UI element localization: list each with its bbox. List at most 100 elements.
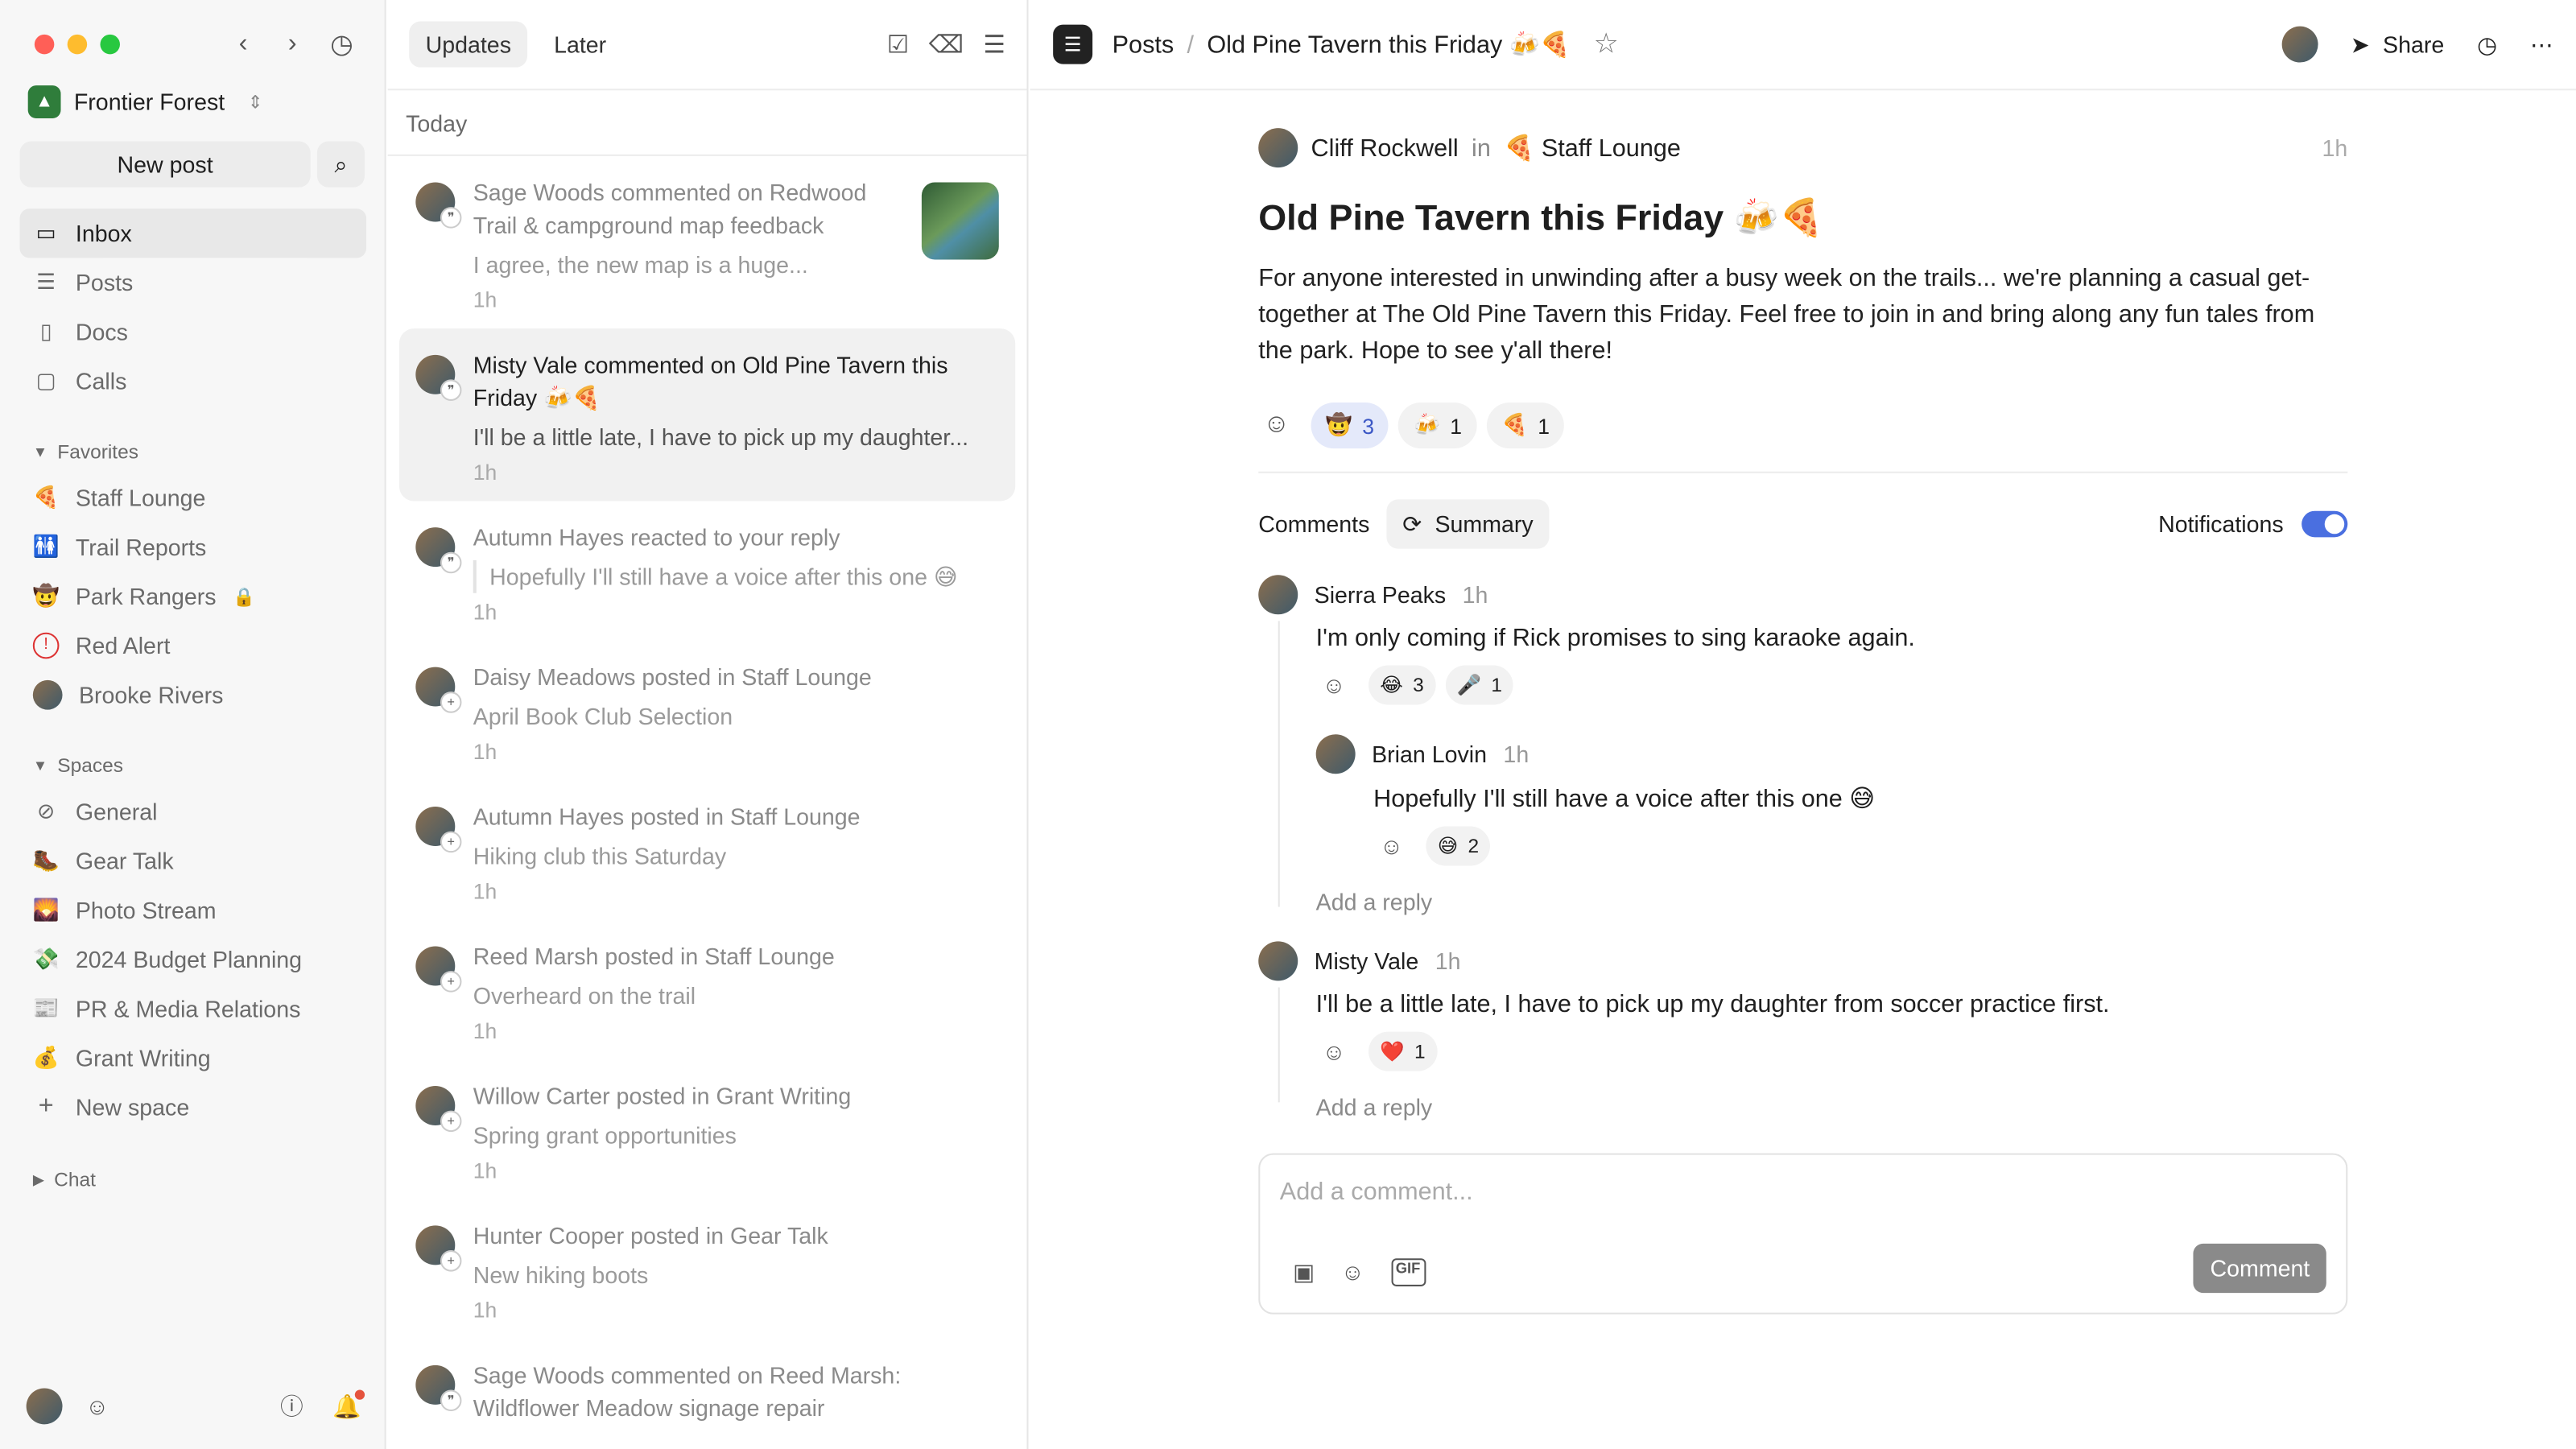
share-button[interactable]: ➤ Share — [2351, 31, 2445, 59]
inbox-icon: ▭ — [35, 220, 56, 246]
current-user-avatar[interactable] — [26, 1388, 63, 1425]
favorite-item[interactable]: ! Red Alert — [19, 621, 366, 670]
feed-item[interactable]: + Willow Carter posted in Grant Writing Sp… — [399, 1059, 1015, 1199]
clear-all-icon[interactable]: ⌫ — [929, 30, 964, 60]
history-clock-icon[interactable]: ◷ — [325, 28, 358, 61]
plus-icon: + — [38, 1092, 54, 1121]
summary-button[interactable]: ⟳ Summary — [1385, 499, 1550, 549]
mark-read-icon[interactable]: ☑ — [887, 30, 909, 60]
feed-item[interactable]: + Daisy Meadows posted in Staff Lounge Apr… — [399, 641, 1015, 780]
space-label: Photo Stream — [75, 897, 217, 923]
filter-icon[interactable]: ☰ — [984, 30, 1005, 60]
gif-icon[interactable]: GIF — [1390, 1258, 1426, 1286]
reaction-chip[interactable]: 🤠 3 — [1311, 402, 1389, 449]
commenter-avatar[interactable] — [1258, 941, 1298, 981]
favorite-item[interactable]: Brooke Rivers — [19, 671, 366, 720]
feed-item[interactable]: ❞ Misty Vale commented on Old Pine Tavern… — [398, 328, 1016, 502]
add-reaction-icon[interactable]: ☺ — [1258, 407, 1294, 444]
back-arrow-icon[interactable]: ‹ — [227, 28, 260, 61]
activity-badge-icon: + — [440, 1110, 462, 1133]
feed-item[interactable]: + Autumn Hayes posted in Staff Lounge Hiki… — [399, 780, 1015, 919]
space-item[interactable]: 💰 Grant Writing — [19, 1034, 366, 1083]
video-icon: ▢ — [35, 368, 56, 393]
reaction-chip[interactable]: 🍕 1 — [1486, 402, 1565, 449]
new-space-button[interactable]: + New space — [19, 1083, 366, 1132]
add-reaction-icon[interactable]: ☺ — [1373, 828, 1410, 865]
tab-later[interactable]: Later — [538, 22, 623, 68]
space-item[interactable]: 🌄 Photo Stream — [19, 886, 366, 935]
nav-item-calls[interactable]: ▢ Calls — [19, 357, 366, 406]
favorite-item[interactable]: 🍕 Staff Lounge — [19, 473, 366, 522]
viewer-avatar[interactable] — [2281, 26, 2318, 63]
add-reaction-icon[interactable]: ☺ — [1316, 1034, 1352, 1070]
close-window-button[interactable] — [34, 34, 55, 55]
minimize-window-button[interactable] — [67, 34, 88, 55]
favorites-header[interactable]: ▼ Favorites — [33, 440, 138, 464]
notifications-bell-icon[interactable]: 🔔 — [332, 1389, 365, 1421]
history-icon[interactable]: ◷ — [2477, 31, 2497, 59]
comment-submit-button[interactable]: Comment — [2194, 1243, 2326, 1294]
notifications-toggle[interactable] — [2301, 510, 2348, 538]
reaction-chip[interactable]: 🍻 1 — [1398, 402, 1477, 449]
post-author[interactable]: Cliff Rockwell — [1311, 134, 1459, 162]
feed-item-preview: Spring grant opportunities — [473, 1121, 737, 1149]
more-options-icon[interactable]: ⋯ — [2530, 31, 2553, 59]
favorite-item[interactable]: 🤠 Park Rangers 🔒 — [19, 572, 366, 621]
nav-label: Docs — [75, 318, 128, 345]
feed-item[interactable]: + Reed Marsh posted in Staff Lounge Overhe… — [399, 920, 1015, 1059]
feed-actor: Daisy Meadows — [473, 663, 636, 691]
comment-author[interactable]: Sierra Peaks — [1315, 581, 1447, 608]
status-emoji-icon[interactable]: ☺ — [85, 1393, 109, 1420]
reaction-chip[interactable]: ❤️ 1 — [1368, 1031, 1437, 1071]
breadcrumb-posts[interactable]: Posts — [1113, 31, 1174, 59]
comment-composer[interactable]: Add a comment... ▣ ☺ GIF Comment — [1258, 1153, 2348, 1315]
image-upload-icon[interactable]: ▣ — [1293, 1258, 1315, 1286]
forward-arrow-icon[interactable]: › — [276, 28, 309, 61]
favorite-item[interactable]: 🚻 Trail Reports — [19, 522, 366, 572]
spaces-header[interactable]: ▼ Spaces — [33, 754, 123, 778]
lock-icon: 🔒 — [232, 587, 255, 608]
comment-author[interactable]: Misty Vale — [1315, 948, 1419, 975]
new-post-button[interactable]: New post — [19, 141, 311, 188]
activity-badge-icon: + — [440, 971, 462, 993]
feed-item[interactable]: ❞ Autumn Hayes reacted to your reply Hopef… — [399, 501, 1015, 640]
feed-actor: Reed Marsh — [473, 943, 599, 970]
tab-updates[interactable]: Updates — [409, 21, 528, 68]
emoji-picker-icon[interactable]: ☺ — [1341, 1258, 1364, 1286]
add-reaction-icon[interactable]: ☺ — [1316, 667, 1352, 704]
comment-author[interactable]: Brian Lovin — [1372, 741, 1487, 767]
space-item[interactable]: 💸 2024 Budget Planning — [19, 935, 366, 984]
send-icon: ➤ — [2350, 30, 2370, 57]
chat-header[interactable]: ▶ Chat — [33, 1168, 96, 1191]
search-button[interactable]: ⌕ — [316, 141, 365, 188]
feed-item-preview: I'll be a little late, I have to pick up… — [473, 423, 969, 451]
add-reply-button[interactable]: Add a reply — [1258, 889, 2347, 915]
commenter-avatar[interactable] — [1258, 575, 1298, 615]
commenter-avatar[interactable] — [1315, 734, 1356, 774]
help-icon[interactable]: ⓘ — [280, 1390, 303, 1423]
add-reply-button[interactable]: Add a reply — [1258, 1094, 2347, 1121]
nav-item-inbox[interactable]: ▭ Inbox — [19, 208, 367, 258]
nav-item-posts[interactable]: ☰ Posts — [19, 258, 366, 307]
space-item[interactable]: 📰 PR & Media Relations — [19, 984, 366, 1033]
feed-verb: commented on — [604, 179, 770, 206]
feed-item[interactable]: + Hunter Cooper posted in Gear Talk New hi… — [399, 1199, 1015, 1339]
reaction-chip[interactable]: 🎤 1 — [1445, 665, 1514, 705]
favorite-star-icon[interactable]: ☆ — [1594, 28, 1619, 61]
author-avatar[interactable] — [1258, 128, 1298, 168]
zoom-window-button[interactable] — [100, 34, 120, 55]
nav-label: Calls — [75, 368, 127, 394]
post-space[interactable]: 🍕 Staff Lounge — [1504, 133, 1681, 163]
reaction-chip[interactable]: 😂 3 — [1368, 665, 1436, 705]
space-item[interactable]: ⊘ General — [19, 787, 366, 836]
reaction-chip[interactable]: 😅 2 — [1426, 826, 1491, 866]
nav-item-docs[interactable]: ▯ Docs — [19, 308, 366, 357]
feed-item[interactable]: ❞ Sage Woods commented on Reed Marsh: Wil… — [399, 1339, 1015, 1441]
feed-item[interactable]: ❞ Sage Woods commented on Redwood Trail &… — [399, 156, 1015, 328]
comment-input[interactable]: Add a comment... — [1280, 1178, 1473, 1206]
org-switcher[interactable]: ▲ Frontier Forest ⇕ — [27, 85, 263, 118]
feed-item-title: Sage Woods commented on Redwood Trail & … — [473, 175, 999, 242]
primary-nav: ▭ Inbox ☰ Posts ▯ Docs ▢ Calls — [19, 208, 367, 406]
post-content: Cliff Rockwell in 🍕 Staff Lounge 1h Old … — [1258, 128, 2348, 1315]
space-item[interactable]: 🥾 Gear Talk — [19, 836, 366, 886]
